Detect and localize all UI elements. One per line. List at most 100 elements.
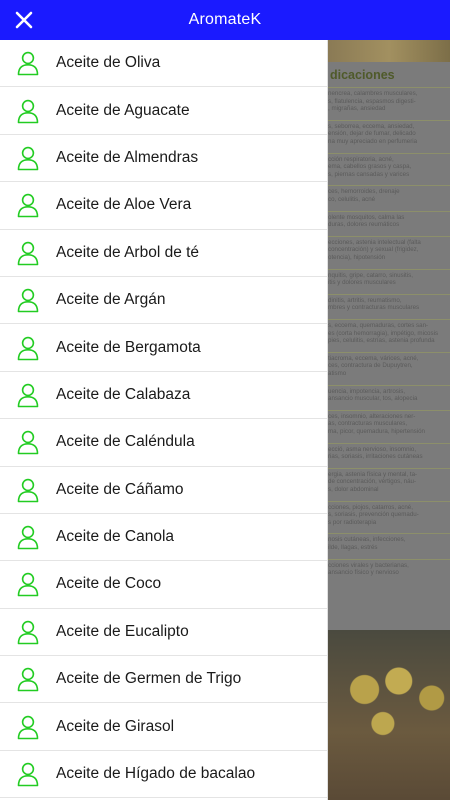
indication-text: pies, celulitis, estrías, astenia profun… <box>328 337 435 345</box>
drawer-item-label: Aceite de Canola <box>56 528 175 546</box>
user-outline-icon <box>0 666 56 692</box>
drawer-item[interactable]: Aceite de Calabaza <box>0 372 327 420</box>
user-outline-icon <box>0 335 56 361</box>
drawer-item[interactable]: Aceite de Cáñamo <box>0 467 327 514</box>
drawer-item[interactable]: Aceite de Aloe Vera <box>0 182 327 230</box>
indication-text: itis y dolores musculares <box>328 279 396 287</box>
drawer-item[interactable]: Aceite de Bergamota <box>0 324 327 372</box>
drawer-item[interactable]: Aceite de Germen de Trigo <box>0 656 327 704</box>
drawer-item-label: Aceite de Argán <box>56 291 166 309</box>
drawer-item[interactable]: Aceite de Arbol de té <box>0 230 327 277</box>
divider <box>328 293 450 295</box>
user-outline-icon <box>0 287 56 313</box>
footer-photo <box>328 630 450 800</box>
divider <box>328 409 450 411</box>
indication-text: ergia, astenia física y mental, ta- <box>328 470 418 478</box>
drawer-item[interactable]: Aceite de Hígado de bacalao <box>0 751 327 799</box>
indication-text: olente mosquitos, calma las <box>328 213 405 221</box>
indication-text: s, dolor abdominal <box>328 486 379 493</box>
indication-text: ema, cabellos grasos y caspa, <box>328 163 412 171</box>
indication-text: mbres y contracturas musculares <box>328 304 420 312</box>
drawer-item[interactable]: Aceite de Canola <box>0 514 327 562</box>
divider <box>328 319 450 320</box>
divider <box>328 500 450 502</box>
indication-text: ilde, llagas, estrés <box>328 544 378 551</box>
divider <box>328 235 450 237</box>
indication-text: cción respiratoria, acné, <box>328 155 394 163</box>
drawer-item[interactable]: Aceite de Aguacate <box>0 87 327 135</box>
divider <box>328 384 450 386</box>
indication-text: dinitis, artritis, reumatismo, <box>328 296 402 304</box>
drawer-item-label: Aceite de Germen de Trigo <box>56 670 242 688</box>
drawer-item[interactable]: Aceite de Oliva <box>0 40 327 88</box>
indication-text: na muy apreciado en perfumeria <box>328 138 418 145</box>
indication-text: s, soriasis, prevención quemadu- <box>328 511 419 519</box>
user-outline-icon <box>0 761 56 787</box>
indication-text: s, piernas cansadas y varices <box>328 170 410 178</box>
indication-text: s, eccema, quemaduras, cortes san- <box>328 322 429 329</box>
divider <box>328 558 450 560</box>
indication-text: ensión, dejar de fumar, delicado <box>328 130 416 138</box>
drawer-item-label: Aceite de Oliva <box>56 54 161 72</box>
indication-text: rias, soriasis, irritaciones cutáneas <box>328 453 423 461</box>
indication-text: s por radioterapia <box>328 518 377 526</box>
divider <box>328 87 450 88</box>
drawer-item[interactable]: Aceite de Eucalipto <box>0 609 327 657</box>
indication-text: s, seborrea, eccema, ansiedad, <box>328 122 415 130</box>
indication-text: nquitis, gripe, catarro, sinusitis, <box>328 271 413 279</box>
drawer-item-label: Aceite de Eucalipto <box>56 622 189 640</box>
user-outline-icon <box>0 619 56 645</box>
drawer-item-label: Aceite de Bergamota <box>56 338 201 356</box>
divider <box>328 351 450 353</box>
drawer-item-label: Aceite de Cáñamo <box>56 480 184 498</box>
indication-text: ces, contractura de Dupuytren, <box>328 362 413 370</box>
drawer-item-label: Aceite de Caléndula <box>56 433 195 451</box>
drawer-item-label: Aceite de Aguacate <box>56 101 190 119</box>
indication-text: tiacroma, eccema, várices, acné, <box>328 354 419 362</box>
indication-text: ansancio físico y nervioso <box>328 569 399 577</box>
indication-text: ecció, asma nervioso, insomnio, <box>328 445 417 453</box>
drawer-item-label: Aceite de Girasol <box>56 717 175 735</box>
divider <box>328 185 450 187</box>
drawer-item-label: Aceite de Almendras <box>56 148 199 166</box>
indications-heading: dicaciones <box>330 68 395 82</box>
divider <box>328 467 450 469</box>
indication-text: uencia, impotencia, artrosis, <box>328 387 406 395</box>
background-content: dicaciones nencrea, calambres musculares… <box>328 40 450 800</box>
user-outline-icon <box>0 145 56 171</box>
drawer-item-label: Aceite de Calabaza <box>56 385 191 403</box>
app-bar: AromateK <box>0 0 450 40</box>
user-outline-icon <box>0 50 56 76</box>
app-title: AromateK <box>188 11 262 28</box>
indication-text: ces, hemorroides, drenaje <box>328 188 400 196</box>
user-outline-icon <box>0 192 56 218</box>
indication-text: duras, dolores reumáticos <box>328 221 400 229</box>
drawer-item[interactable]: Aceite de Girasol <box>0 703 327 751</box>
drawer-item[interactable]: Aceite de Almendras <box>0 135 327 183</box>
drawer-item[interactable]: Aceite de Caléndula <box>0 419 327 467</box>
indication-text: ces, insomnio, alteraciones ner- <box>328 412 416 420</box>
user-outline-icon <box>0 524 56 550</box>
indication-text: ma, picor, quemadura, hipertensión <box>328 428 425 435</box>
indications-panel: dicaciones nencrea, calambres musculares… <box>328 62 450 630</box>
drawer-item[interactable]: Aceite de Coco <box>0 561 327 609</box>
drawer-item-label: Aceite de Coco <box>56 575 162 593</box>
drawer-item-label: Aceite de Aloe Vera <box>56 196 192 214</box>
indication-text: concentración) y sexual (frigidez, <box>328 246 419 254</box>
drawer-item-label: Aceite de Hígado de bacalao <box>56 765 256 783</box>
divider <box>328 119 450 121</box>
indication-text: de concentración, vértigos, náu- <box>328 478 417 486</box>
indication-text: nencrea, calambres musculares, <box>328 90 418 97</box>
indication-text: s, flatulencia, espasmos digesti- <box>328 97 416 105</box>
drawer-item[interactable]: Aceite de Argán <box>0 277 327 325</box>
indication-text: cciones virales y bacterianas, <box>328 561 409 569</box>
indication-text: atismo <box>328 370 347 377</box>
indication-text: cciones, piojos, catarros, acné, <box>328 503 413 511</box>
indication-text: ansancio muscular, tos, alopecia <box>328 395 418 403</box>
close-icon[interactable] <box>12 8 36 32</box>
divider <box>328 533 450 535</box>
user-outline-icon <box>0 477 56 503</box>
user-outline-icon <box>0 382 56 408</box>
navigation-drawer: Aceite de Oliva Aceite de Aguacate Aceite … <box>0 40 328 800</box>
divider <box>328 152 450 154</box>
